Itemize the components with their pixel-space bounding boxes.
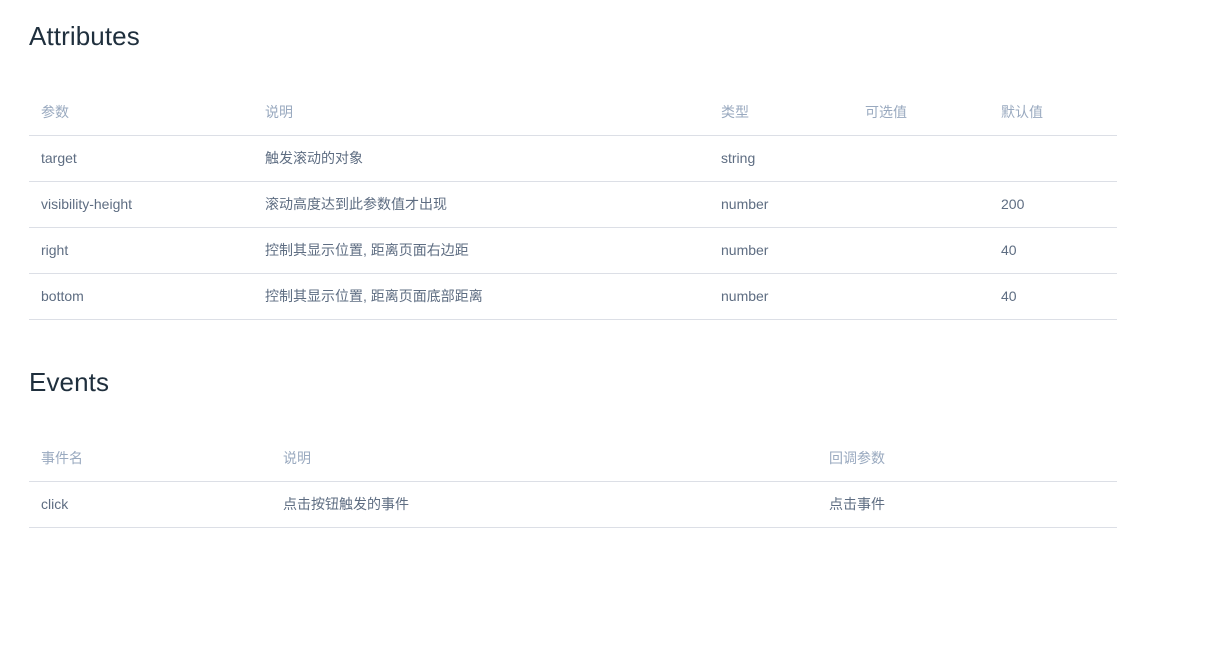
- table-row: visibility-height 滚动高度达到此参数值才出现 number 2…: [29, 181, 1117, 229]
- cell-description: 点击按钮触发的事件: [271, 481, 817, 529]
- cell-type: string: [709, 135, 853, 183]
- table-header-row: 参数 说明 类型 可选值 默认值: [29, 90, 1117, 137]
- cell-default: 200: [989, 181, 1117, 229]
- cell-options: [853, 273, 989, 321]
- cell-param: target: [29, 135, 253, 183]
- cell-description: 控制其显示位置, 距离页面底部距离: [253, 273, 709, 321]
- column-header-default: 默认值: [989, 90, 1117, 137]
- column-header-description: 说明: [271, 436, 817, 483]
- cell-type: number: [709, 273, 853, 321]
- column-header-param: 参数: [29, 90, 253, 137]
- cell-default: [989, 135, 1117, 183]
- cell-description: 滚动高度达到此参数值才出现: [253, 181, 709, 229]
- column-header-type: 类型: [709, 90, 853, 137]
- attributes-heading: Attributes: [29, 21, 140, 51]
- events-table: 事件名 说明 回调参数 click 点击按钮触发的事件 点击事件: [29, 436, 1117, 529]
- cell-param: visibility-height: [29, 181, 253, 229]
- table-header-row: 事件名 说明 回调参数: [29, 436, 1117, 483]
- events-section: Events 事件名 说明 回调参数 click 点击按钮触发的事件 点击事件: [29, 367, 1193, 529]
- attributes-table: 参数 说明 类型 可选值 默认值 target 触发滚动的对象 string v…: [29, 90, 1117, 321]
- attributes-section: Attributes 参数 说明 类型 可选值 默认值 target 触发滚动的…: [29, 0, 1193, 321]
- table-row: right 控制其显示位置, 距离页面右边距 number 40: [29, 227, 1117, 275]
- column-header-callback-params: 回调参数: [817, 436, 1117, 483]
- column-header-description: 说明: [253, 90, 709, 137]
- cell-description: 控制其显示位置, 距离页面右边距: [253, 227, 709, 275]
- cell-type: number: [709, 181, 853, 229]
- documentation-page: Attributes 参数 说明 类型 可选值 默认值 target 触发滚动的…: [0, 0, 1222, 655]
- cell-options: [853, 227, 989, 275]
- table-row: bottom 控制其显示位置, 距离页面底部距离 number 40: [29, 273, 1117, 321]
- cell-param: bottom: [29, 273, 253, 321]
- events-table-head: 事件名 说明 回调参数: [29, 436, 1117, 483]
- cell-options: [853, 181, 989, 229]
- events-table-body: click 点击按钮触发的事件 点击事件: [29, 481, 1117, 529]
- events-heading: Events: [29, 367, 110, 398]
- cell-default: 40: [989, 227, 1117, 275]
- cell-type: number: [709, 227, 853, 275]
- cell-callback-params: 点击事件: [817, 481, 1117, 529]
- attributes-table-head: 参数 说明 类型 可选值 默认值: [29, 90, 1117, 137]
- cell-default: 40: [989, 273, 1117, 321]
- cell-options: [853, 135, 989, 183]
- column-header-options: 可选值: [853, 90, 989, 137]
- table-row: click 点击按钮触发的事件 点击事件: [29, 481, 1117, 529]
- attributes-table-body: target 触发滚动的对象 string visibility-height …: [29, 135, 1117, 321]
- cell-event-name: click: [29, 481, 271, 529]
- cell-description: 触发滚动的对象: [253, 135, 709, 183]
- cell-param: right: [29, 227, 253, 275]
- column-header-event-name: 事件名: [29, 436, 271, 483]
- table-row: target 触发滚动的对象 string: [29, 135, 1117, 183]
